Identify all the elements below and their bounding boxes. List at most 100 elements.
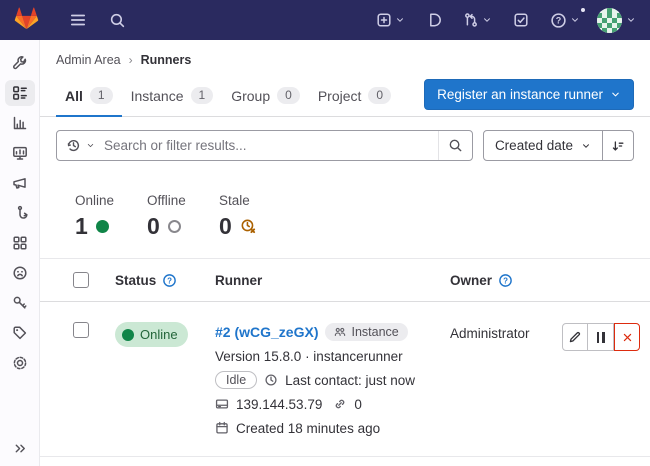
chevron-down-icon — [395, 15, 405, 25]
runner-tabs: All 1 Instance 1 Group 0 Project 0 — [56, 73, 400, 116]
runner-owner: Administrator — [450, 322, 540, 341]
stat-stale-label: Stale — [219, 193, 265, 208]
link-icon — [333, 397, 347, 411]
sort-by-label: Created date — [495, 138, 573, 153]
sort-direction-button[interactable] — [603, 130, 634, 161]
sort-descending-icon — [611, 139, 625, 153]
svg-text:?: ? — [556, 15, 562, 25]
tab-instance-label: Instance — [131, 88, 184, 104]
sidebar-item-deploy-keys[interactable] — [5, 290, 35, 316]
online-dot-icon — [122, 329, 134, 341]
search-input[interactable] — [104, 131, 438, 160]
chevron-down-icon — [482, 15, 492, 25]
search-icon[interactable] — [105, 8, 130, 33]
runner-status-stats: Online 1 Offline 0 Stale 0 — [40, 173, 650, 258]
tab-group[interactable]: Group 0 — [222, 73, 309, 117]
user-avatar-button[interactable] — [597, 8, 636, 33]
history-icon — [66, 138, 81, 153]
pause-runner-button[interactable] — [588, 323, 614, 351]
runner-name-link[interactable]: #2 (wCG_zeGX) — [215, 324, 318, 340]
sidebar-collapse-icon[interactable] — [0, 441, 40, 456]
sidebar-item-labels[interactable] — [5, 320, 35, 346]
sidebar-item-overview[interactable] — [5, 80, 35, 106]
header-owner: Owner — [450, 273, 492, 288]
tab-instance[interactable]: Instance 1 — [122, 73, 223, 117]
sidebar-item-applications[interactable] — [5, 230, 35, 256]
chevron-down-icon — [581, 141, 591, 151]
search-submit-icon[interactable] — [438, 131, 472, 160]
edit-runner-button[interactable] — [562, 323, 588, 351]
pencil-icon — [568, 330, 582, 344]
sidebar-item-monitoring[interactable] — [5, 140, 35, 166]
chevron-down-icon — [570, 15, 580, 25]
tab-project-label: Project — [318, 88, 362, 104]
header-runner: Runner — [215, 273, 262, 288]
delete-runner-button[interactable] — [614, 323, 640, 351]
tab-group-label: Group — [231, 88, 270, 104]
runner-table-row: Online #2 (wCG_zeGX) Instance Version 15… — [40, 302, 650, 457]
runner-actions — [562, 323, 640, 351]
runner-tabs-row: All 1 Instance 1 Group 0 Project 0 — [40, 73, 650, 117]
runner-status-text: Online — [140, 327, 178, 342]
sort-controls: Created date — [483, 130, 634, 161]
select-all-checkbox[interactable] — [73, 272, 89, 288]
chevron-down-icon — [626, 15, 636, 25]
runner-last-contact: Last contact: just now — [285, 373, 415, 388]
sidebar-admin-wrench-icon[interactable] — [5, 50, 35, 76]
stat-offline: Offline 0 — [147, 193, 193, 238]
top-navbar: ? — [0, 0, 650, 40]
gitlab-admin-runners-page: ? — [0, 0, 650, 466]
stat-offline-label: Offline — [147, 193, 193, 208]
runners-table-header: Status ? Runner Owner ? — [40, 258, 650, 302]
issues-icon[interactable] — [422, 8, 446, 32]
sort-by-dropdown[interactable]: Created date — [483, 130, 603, 161]
search-history-dropdown[interactable] — [57, 131, 104, 160]
header-status: Status — [115, 273, 156, 288]
runner-idle-badge: Idle — [215, 371, 257, 389]
status-help-icon[interactable]: ? — [162, 273, 177, 288]
search-filter-box — [56, 130, 473, 161]
svg-text:?: ? — [503, 276, 508, 285]
clock-icon — [264, 373, 278, 387]
hamburger-menu-icon[interactable] — [65, 7, 91, 33]
row-checkbox[interactable] — [73, 322, 89, 338]
status-online-icon — [96, 220, 109, 233]
close-x-icon — [621, 331, 634, 344]
new-menu-button[interactable] — [372, 8, 409, 32]
stat-offline-value: 0 — [147, 215, 160, 238]
filter-row: Created date — [40, 117, 650, 173]
gitlab-logo-icon[interactable] — [14, 5, 39, 35]
register-button-label: Register an instance runner — [437, 87, 603, 102]
tab-all-label: All — [65, 88, 83, 104]
runner-created: Created 18 minutes ago — [236, 421, 380, 436]
status-offline-icon — [168, 220, 181, 233]
users-icon — [334, 326, 346, 338]
tab-all-count: 1 — [90, 87, 113, 104]
todos-icon[interactable] — [509, 8, 533, 32]
runner-type-label: Instance — [351, 325, 398, 339]
sidebar-item-settings[interactable] — [5, 350, 35, 376]
stat-stale: Stale 0 — [219, 193, 265, 238]
runner-link-count: 0 — [354, 397, 362, 412]
sidebar-item-messages[interactable] — [5, 170, 35, 196]
owner-help-icon[interactable]: ? — [498, 273, 513, 288]
runner-version: Version 15.8.0 · instancerunner — [215, 349, 403, 364]
tab-instance-count: 1 — [191, 87, 214, 104]
tab-all[interactable]: All 1 — [56, 73, 122, 117]
runner-type-badge: Instance — [325, 323, 407, 341]
register-instance-runner-button[interactable]: Register an instance runner — [424, 79, 634, 110]
tab-project[interactable]: Project 0 — [309, 73, 400, 117]
sidebar-item-analytics[interactable] — [5, 110, 35, 136]
merge-requests-button[interactable] — [459, 8, 496, 32]
breadcrumb: Admin Area › Runners — [40, 40, 650, 73]
tab-group-count: 0 — [277, 87, 300, 104]
sidebar-item-system-hooks[interactable] — [5, 200, 35, 226]
runner-status-badge: Online — [115, 322, 188, 347]
stat-online-label: Online — [75, 193, 121, 208]
breadcrumb-separator-icon: › — [129, 53, 133, 67]
help-menu-button[interactable]: ? — [546, 8, 584, 33]
chevron-down-icon — [86, 141, 95, 150]
disk-icon — [215, 397, 229, 411]
breadcrumb-admin-area[interactable]: Admin Area — [56, 53, 121, 67]
sidebar-item-abuse-reports[interactable] — [5, 260, 35, 286]
